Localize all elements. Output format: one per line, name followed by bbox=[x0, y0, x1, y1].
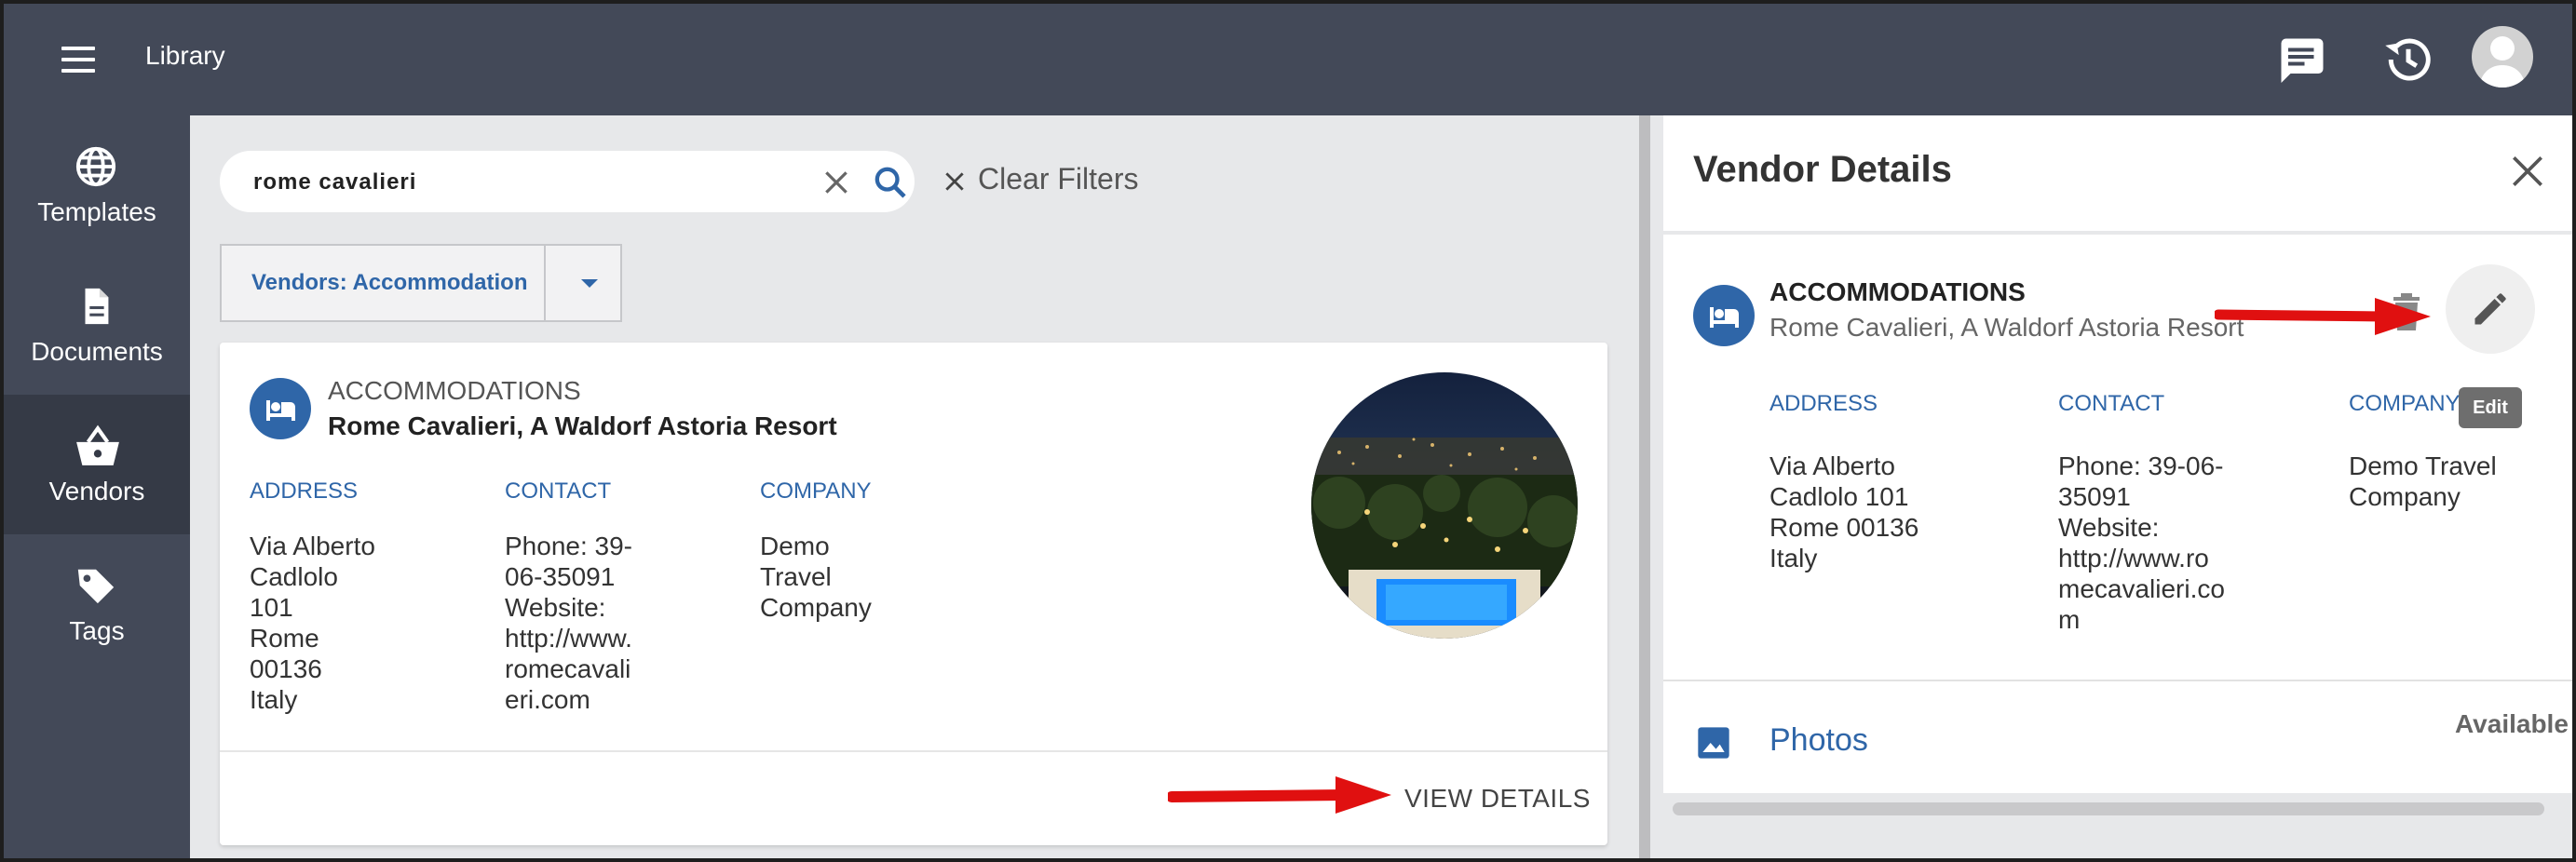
vendor-photo bbox=[1311, 372, 1578, 639]
dropdown-toggle[interactable] bbox=[561, 246, 620, 320]
nav-item-vendors[interactable]: Vendors bbox=[4, 395, 190, 534]
delete-icon[interactable] bbox=[2388, 289, 2425, 335]
vendor-details-panel: Vendor Details ACCOMMODATIONS Rome Caval… bbox=[1663, 115, 2572, 858]
nav-item-documents[interactable]: Documents bbox=[4, 255, 190, 395]
address-value: Via Alberto Cadlolo 101 Rome 00136 Italy bbox=[250, 532, 375, 714]
menu-icon[interactable] bbox=[58, 39, 99, 80]
details-title: Vendor Details bbox=[1693, 149, 1952, 190]
nav-item-tags[interactable]: Tags bbox=[4, 534, 190, 674]
edit-button[interactable] bbox=[2446, 264, 2535, 354]
contact-value: Phone: 39- 06-35091 Website: http://www.… bbox=[505, 532, 632, 714]
view-details-button[interactable]: VIEW DETAILS bbox=[1404, 784, 1591, 814]
details-vendor-name: Rome Cavalieri, A Waldorf Astoria Resort bbox=[1769, 313, 2244, 342]
divider bbox=[1663, 680, 2572, 681]
details-company-value: Demo Travel Company bbox=[2349, 451, 2497, 511]
document-icon bbox=[85, 288, 109, 325]
vendor-name: Rome Cavalieri, A Waldorf Astoria Resort bbox=[328, 411, 837, 440]
nav-label-vendors: Vendors bbox=[48, 477, 145, 505]
divider bbox=[220, 750, 1607, 752]
horizontal-scrollbar[interactable] bbox=[1673, 802, 2544, 815]
company-heading: COMPANY bbox=[760, 478, 872, 504]
edit-tooltip: Edit bbox=[2459, 387, 2522, 428]
globe-icon bbox=[75, 146, 116, 187]
nav-label-tags: Tags bbox=[69, 616, 125, 645]
details-address-value: Via Alberto Cadlolo 101 Rome 00136 Italy bbox=[1769, 451, 1919, 572]
photos-available-label: Available bbox=[2455, 709, 2569, 738]
chevron-down-icon bbox=[581, 279, 598, 288]
chat-icon[interactable] bbox=[2274, 32, 2330, 88]
vendor-category: ACCOMMODATIONS bbox=[328, 376, 581, 405]
tag-icon bbox=[77, 569, 115, 604]
app-window: Library Templates Documents Vendors Tags bbox=[0, 0, 2576, 862]
details-category: ACCOMMODATIONS bbox=[1769, 277, 2026, 306]
details-header: Vendor Details bbox=[1663, 115, 2572, 231]
nav-label-documents: Documents bbox=[31, 337, 163, 366]
search-input[interactable]: rome cavalieri bbox=[220, 151, 915, 212]
image-icon bbox=[1695, 724, 1732, 761]
nav-label-templates: Templates bbox=[37, 197, 156, 226]
divider bbox=[544, 246, 546, 320]
close-icon bbox=[945, 172, 964, 191]
clear-filters-label: Clear Filters bbox=[978, 162, 1139, 195]
details-contact-heading: CONTACT bbox=[2058, 391, 2165, 416]
left-nav: Templates Documents Vendors Tags bbox=[4, 115, 190, 858]
history-icon[interactable] bbox=[2380, 32, 2436, 88]
nav-item-templates[interactable]: Templates bbox=[4, 115, 190, 255]
address-heading: ADDRESS bbox=[250, 478, 359, 504]
bed-icon bbox=[1693, 285, 1755, 346]
vendor-type-select[interactable]: Vendors: Accommodation bbox=[220, 244, 622, 322]
contact-heading: CONTACT bbox=[505, 478, 612, 504]
search-icon[interactable] bbox=[872, 164, 909, 201]
top-bar: Library bbox=[4, 4, 2572, 115]
search-results-panel: rome cavalieri Clear Filters Vendors: Ac… bbox=[190, 115, 1634, 858]
photos-section-link[interactable]: Photos bbox=[1769, 722, 1868, 759]
close-icon bbox=[2513, 156, 2542, 186]
company-value: Demo Travel Company bbox=[760, 532, 872, 622]
vendor-type-value: Vendors: Accommodation bbox=[251, 270, 528, 295]
panel-splitter[interactable] bbox=[1639, 115, 1650, 858]
basket-icon bbox=[76, 424, 119, 465]
search-query[interactable]: rome cavalieri bbox=[253, 169, 416, 195]
app-title: Library bbox=[145, 41, 225, 70]
details-contact-value: Phone: 39-06- 35091 Website: http://www.… bbox=[2058, 451, 2225, 634]
bed-icon bbox=[250, 378, 311, 439]
close-details-button[interactable] bbox=[2507, 151, 2548, 192]
details-address-heading: ADDRESS bbox=[1769, 391, 1878, 416]
pencil-icon bbox=[2474, 293, 2506, 325]
vendor-card[interactable]: ACCOMMODATIONS Rome Cavalieri, A Waldorf… bbox=[220, 343, 1607, 845]
details-card: ACCOMMODATIONS Rome Cavalieri, A Waldorf… bbox=[1663, 235, 2572, 793]
details-company-heading: COMPANY bbox=[2349, 391, 2461, 416]
avatar[interactable] bbox=[2472, 26, 2533, 88]
clear-search-icon[interactable] bbox=[821, 168, 851, 197]
